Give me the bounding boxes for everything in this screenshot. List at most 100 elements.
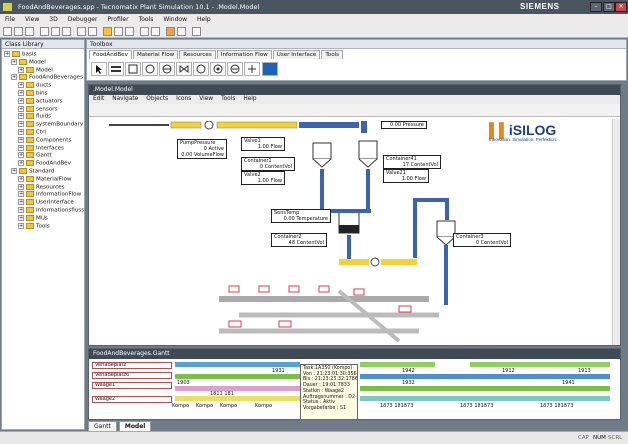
minimize-button[interactable]: – (590, 2, 602, 12)
gantt-bar[interactable] (360, 396, 610, 401)
container-tool-icon[interactable] (125, 62, 141, 76)
tree-item[interactable]: + MUs (4, 214, 82, 223)
pointer-tool-icon[interactable] (91, 62, 107, 76)
grid-icon[interactable] (151, 27, 160, 36)
expand-icon[interactable]: + (11, 74, 17, 81)
pump-pressure-box[interactable]: PumpPressure 0 Active 0.00 VolumeFlow (177, 139, 227, 159)
mixer-tool-icon[interactable] (193, 62, 209, 76)
container2-box[interactable]: Container2 48 ContentVol (271, 233, 327, 247)
pressure-box[interactable]: 0.00 Pressure (381, 121, 427, 129)
library-icon[interactable] (103, 27, 112, 36)
tree-item[interactable]: + fluids (4, 113, 82, 121)
open-icon[interactable] (14, 27, 23, 36)
camera-icon[interactable] (177, 27, 186, 36)
expand-icon[interactable]: + (4, 51, 10, 57)
help-icon[interactable] (192, 27, 201, 36)
gantt-bar[interactable] (360, 374, 610, 379)
tree-item[interactable]: + InformationFlow (4, 191, 82, 199)
menu-item[interactable]: File (0, 14, 20, 25)
toolbox-tab[interactable]: Information Flow (216, 50, 272, 59)
valve1-box[interactable]: Valve1 1.00 Flow (241, 137, 285, 151)
toolbox-tab[interactable]: Tools (321, 50, 344, 59)
menu-item[interactable]: Profiler (102, 14, 133, 25)
expand-icon[interactable]: + (18, 160, 24, 167)
model-menu-item[interactable]: View (195, 95, 217, 103)
expand-icon[interactable]: + (18, 144, 24, 151)
tree-item[interactable]: + actuators (4, 97, 82, 106)
tree-item[interactable]: + Standard (4, 167, 82, 176)
expand-icon[interactable]: + (18, 128, 24, 135)
expand-icon[interactable]: + (18, 206, 24, 213)
expand-icon[interactable]: + (11, 58, 17, 65)
tree-item[interactable]: + Model (4, 66, 82, 75)
model-menu-item[interactable]: Icons (172, 95, 195, 103)
stop-icon[interactable] (125, 27, 134, 36)
expand-icon[interactable]: + (18, 105, 24, 112)
tree-item[interactable]: + sensors (4, 105, 82, 114)
expand-icon[interactable]: + (18, 113, 24, 120)
menu-item[interactable]: Tools (134, 14, 159, 25)
tree-item[interactable]: + FoodAndBev (4, 160, 82, 168)
pump-tool-icon[interactable] (142, 62, 158, 76)
menu-item[interactable]: View (20, 14, 44, 25)
gantt-row-2[interactable]: Verladeplatz6 (92, 372, 172, 379)
container41-box[interactable]: Container41 17 ContentVol (383, 155, 441, 169)
gantt-bar[interactable] (470, 362, 610, 367)
gantt-row-1[interactable]: Verladeplatz (92, 362, 172, 369)
zoom-icon[interactable] (140, 27, 149, 36)
menu-item[interactable]: Help (192, 14, 216, 25)
plant-tool-icon[interactable] (262, 62, 278, 76)
valve-tool-icon[interactable] (176, 62, 192, 76)
expand-icon[interactable]: + (18, 214, 24, 221)
model-menu-item[interactable]: Navigate (108, 95, 142, 103)
run-icon[interactable] (114, 27, 123, 36)
cut-icon[interactable] (40, 27, 49, 36)
redo-icon[interactable] (88, 27, 97, 36)
new-icon[interactable] (3, 27, 12, 36)
container1-box[interactable]: Container1 0 ContentVol (241, 157, 295, 171)
toolbox-tab[interactable]: Material Flow (132, 50, 179, 59)
tree-item[interactable]: + MaterialFlow (4, 175, 82, 184)
model-menu-item[interactable]: Edit (89, 95, 108, 103)
maximize-button[interactable]: □ (603, 2, 615, 12)
menu-item[interactable]: 3D (44, 14, 62, 25)
gantt-bar[interactable] (175, 362, 300, 367)
menu-item[interactable]: Debugger (63, 14, 103, 25)
paste-icon[interactable] (62, 27, 71, 36)
expand-icon[interactable]: + (18, 175, 24, 182)
expand-icon[interactable]: + (18, 121, 24, 128)
expand-icon[interactable]: + (18, 191, 24, 198)
connector-tool-icon[interactable] (108, 62, 124, 76)
expand-icon[interactable]: + (18, 222, 24, 229)
junction-tool-icon[interactable] (244, 62, 260, 76)
tree-item[interactable]: + Components (4, 136, 82, 145)
toolbox-tab[interactable]: FoodAndBev (89, 50, 132, 59)
save-icon[interactable] (25, 27, 34, 36)
tree-item[interactable]: + Interfaces (4, 144, 82, 153)
expand-icon[interactable]: + (18, 66, 24, 73)
menu-item[interactable]: Window (158, 14, 192, 25)
3d-icon[interactable] (166, 27, 175, 36)
senstemp-box[interactable]: SensTemp 0.00 Temperature (271, 209, 331, 223)
gantt-row-3[interactable]: Waage1 (92, 382, 172, 389)
valve21-box[interactable]: Valve21 1.00 Flow (383, 169, 429, 183)
model-menu-item[interactable]: Help (239, 95, 260, 103)
gantt-bar[interactable] (360, 362, 435, 367)
tree-item[interactable]: + Informationsfluss (4, 206, 84, 215)
model-menu-item[interactable]: Tools (217, 95, 239, 103)
expand-icon[interactable]: + (11, 167, 17, 174)
tree-item[interactable]: + Gantt (4, 152, 82, 160)
tree-item[interactable]: + bins (4, 89, 82, 98)
copy-icon[interactable] (51, 27, 60, 36)
sensor-tool-icon[interactable] (210, 62, 226, 76)
tree-item[interactable]: + UserInterface (4, 199, 82, 207)
tree-item[interactable]: + ducts (4, 82, 82, 90)
model-scrollbar[interactable] (612, 119, 620, 345)
undo-icon[interactable] (77, 27, 86, 36)
expand-icon[interactable]: + (18, 183, 24, 190)
gantt-bar[interactable] (175, 386, 300, 391)
tree-item[interactable]: + basis (4, 51, 82, 59)
tree-item[interactable]: + Resources (4, 183, 82, 192)
tree-item[interactable]: + Tools (4, 222, 82, 231)
expand-icon[interactable]: + (18, 136, 24, 143)
